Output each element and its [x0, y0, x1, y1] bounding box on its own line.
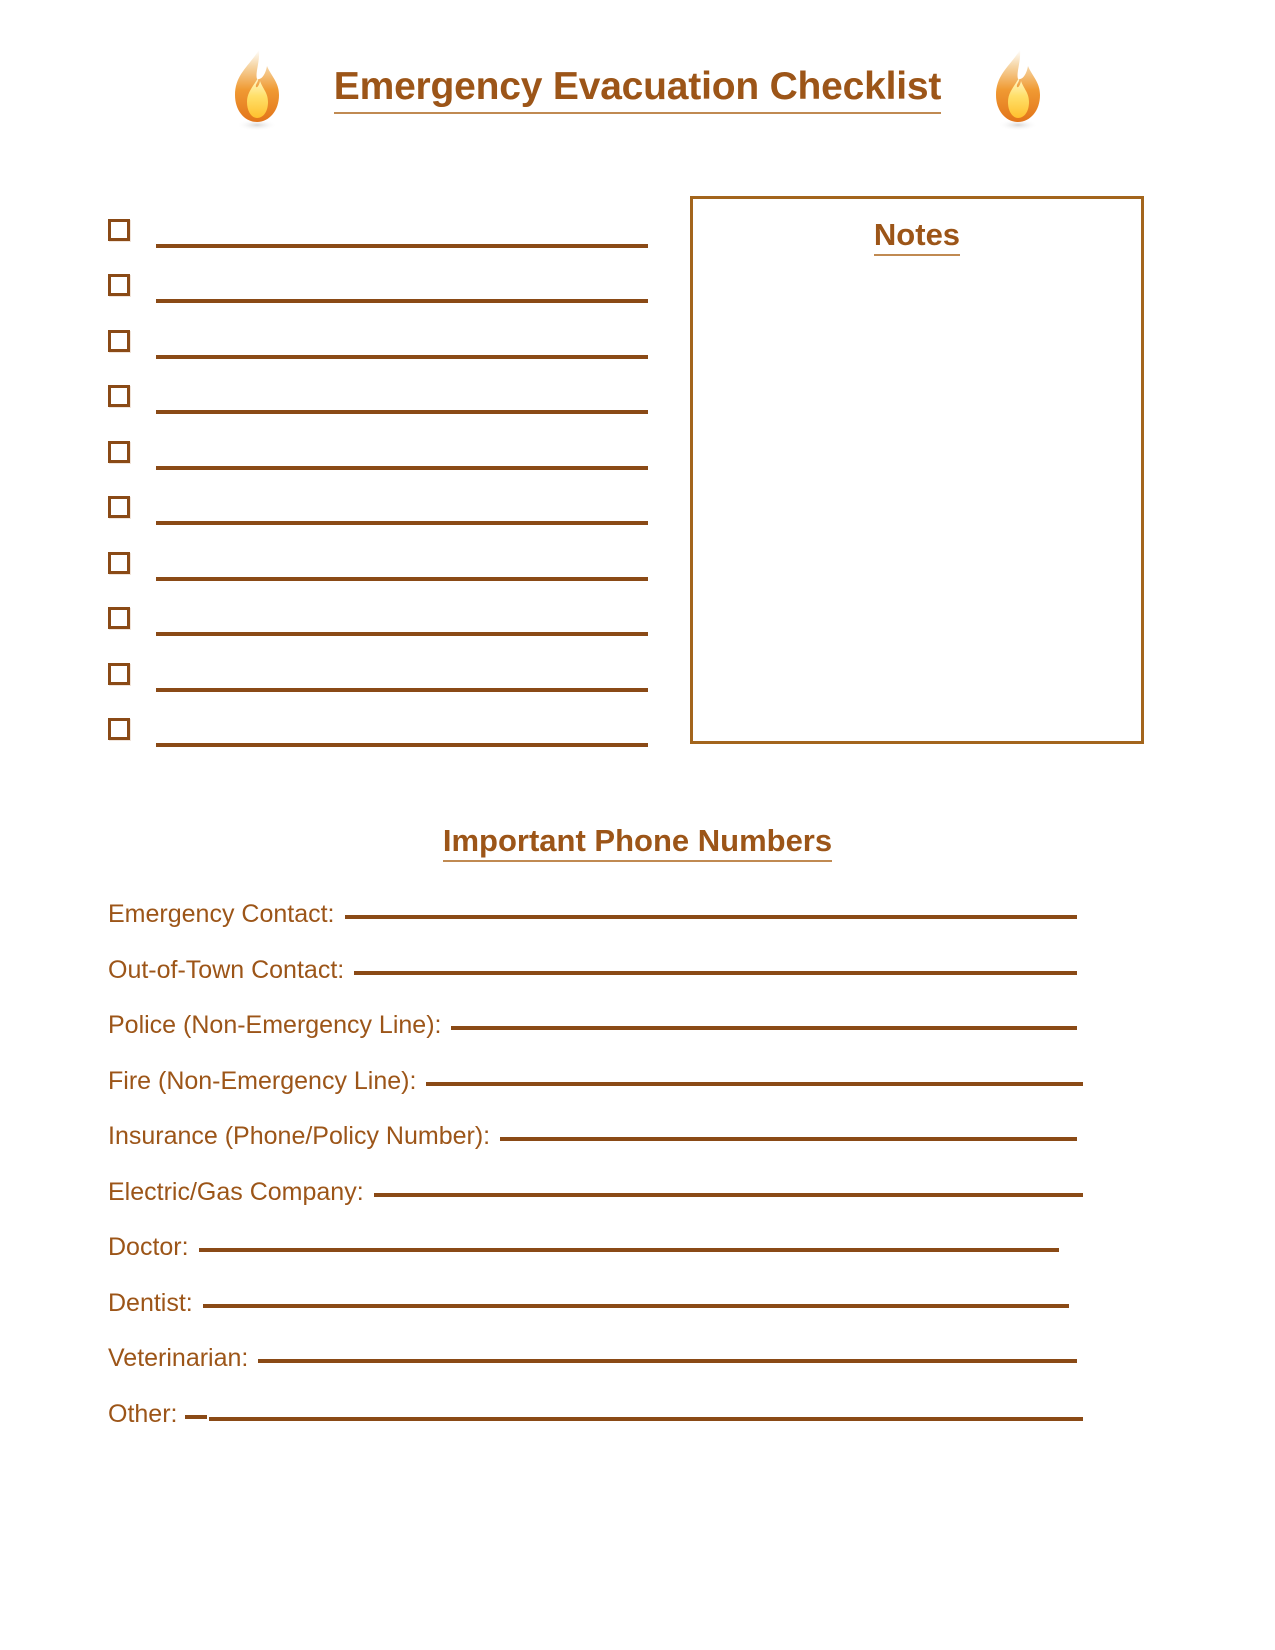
checklist-item[interactable] — [108, 252, 648, 308]
phone-row-label: Other: — [108, 1399, 178, 1428]
checklist-item[interactable] — [108, 585, 648, 641]
checkbox[interactable] — [108, 551, 130, 574]
phone-write-line[interactable] — [500, 1137, 1077, 1141]
checklist-write-line[interactable] — [156, 243, 648, 248]
phone-write-line[interactable] — [426, 1081, 1083, 1086]
notes-box[interactable]: Notes — [690, 196, 1144, 744]
checklist-item[interactable] — [108, 307, 648, 363]
phone-row[interactable]: Insurance (Phone/Policy Number): — [108, 1122, 1083, 1178]
phone-row[interactable]: Police (Non-Emergency Line): — [108, 1011, 1083, 1067]
phone-row-label: Doctor: — [108, 1233, 189, 1261]
checklist-write-line[interactable] — [156, 465, 648, 470]
phone-row[interactable]: Other: — [108, 1400, 1083, 1456]
phone-section-heading: Important Phone Numbers — [0, 822, 1275, 862]
document-header: Emergency Evacuation Checklist — [0, 48, 1275, 132]
phone-row-label: Dentist: — [108, 1288, 193, 1317]
phone-write-line[interactable] — [354, 970, 1077, 975]
phone-section-heading-label: Important Phone Numbers — [442, 823, 833, 862]
checklist-item[interactable] — [108, 640, 648, 696]
phone-row[interactable]: Doctor: — [108, 1233, 1083, 1289]
phone-row-label: Veterinarian: — [108, 1344, 249, 1372]
checklist-item[interactable] — [108, 196, 648, 252]
phone-number-list: Emergency Contact: Out-of-Town Contact: … — [108, 900, 1083, 1455]
checkbox[interactable] — [108, 496, 130, 518]
checkbox[interactable] — [108, 607, 130, 629]
phone-row[interactable]: Electric/Gas Company: — [108, 1178, 1083, 1234]
flame-icon — [234, 50, 279, 131]
checklist-write-line[interactable] — [156, 576, 648, 581]
phone-row-label: Insurance (Phone/Policy Number): — [108, 1122, 491, 1150]
phone-write-line[interactable] — [258, 1359, 1077, 1363]
notes-heading-label: Notes — [873, 217, 961, 256]
checkbox[interactable] — [108, 718, 130, 740]
phone-write-line[interactable] — [451, 1026, 1077, 1030]
checkbox[interactable] — [108, 440, 130, 463]
phone-write-line-segment — [209, 1416, 1083, 1421]
phone-row[interactable]: Veterinarian: — [108, 1344, 1083, 1400]
phone-row[interactable]: Dentist: — [108, 1289, 1083, 1345]
checkbox[interactable] — [108, 274, 130, 296]
page-title: Emergency Evacuation Checklist — [333, 65, 941, 114]
checklist-write-line[interactable] — [156, 687, 648, 692]
checklist-write-line[interactable] — [156, 743, 648, 747]
document-page: Emergency Evacuation Checklist Notes Imp… — [0, 0, 1275, 1650]
phone-write-line[interactable] — [344, 915, 1077, 919]
checklist-item[interactable] — [108, 529, 648, 585]
checklist-item[interactable] — [108, 696, 648, 752]
checklist-write-line[interactable] — [156, 410, 648, 414]
phone-write-line-segment — [185, 1414, 208, 1419]
checkbox[interactable] — [108, 662, 130, 685]
phone-row[interactable]: Out-of-Town Contact: — [108, 956, 1083, 1012]
flame-icon — [996, 50, 1041, 131]
checklist-item[interactable] — [108, 418, 648, 474]
phone-write-line[interactable] — [202, 1303, 1069, 1308]
checkbox[interactable] — [108, 385, 130, 407]
checkbox[interactable] — [108, 218, 130, 241]
phone-write-line[interactable] — [198, 1248, 1059, 1252]
phone-row-label: Electric/Gas Company: — [108, 1177, 364, 1206]
phone-row-label: Fire (Non-Emergency Line): — [108, 1066, 417, 1095]
notes-heading: Notes — [693, 217, 1141, 256]
evacuation-checklist — [108, 196, 648, 751]
phone-row[interactable]: Fire (Non-Emergency Line): — [108, 1067, 1083, 1123]
checklist-item[interactable] — [108, 474, 648, 530]
phone-row-label: Emergency Contact: — [108, 900, 335, 928]
phone-row-label: Police (Non-Emergency Line): — [108, 1011, 442, 1039]
phone-row[interactable]: Emergency Contact: — [108, 900, 1083, 956]
checklist-item[interactable] — [108, 363, 648, 419]
checklist-write-line[interactable] — [156, 521, 648, 525]
phone-write-line[interactable] — [373, 1192, 1083, 1197]
checklist-write-line[interactable] — [156, 632, 648, 636]
checkbox[interactable] — [108, 329, 130, 352]
checklist-write-line[interactable] — [156, 299, 648, 303]
phone-row-label: Out-of-Town Contact: — [108, 955, 345, 984]
checklist-write-line[interactable] — [156, 354, 648, 359]
